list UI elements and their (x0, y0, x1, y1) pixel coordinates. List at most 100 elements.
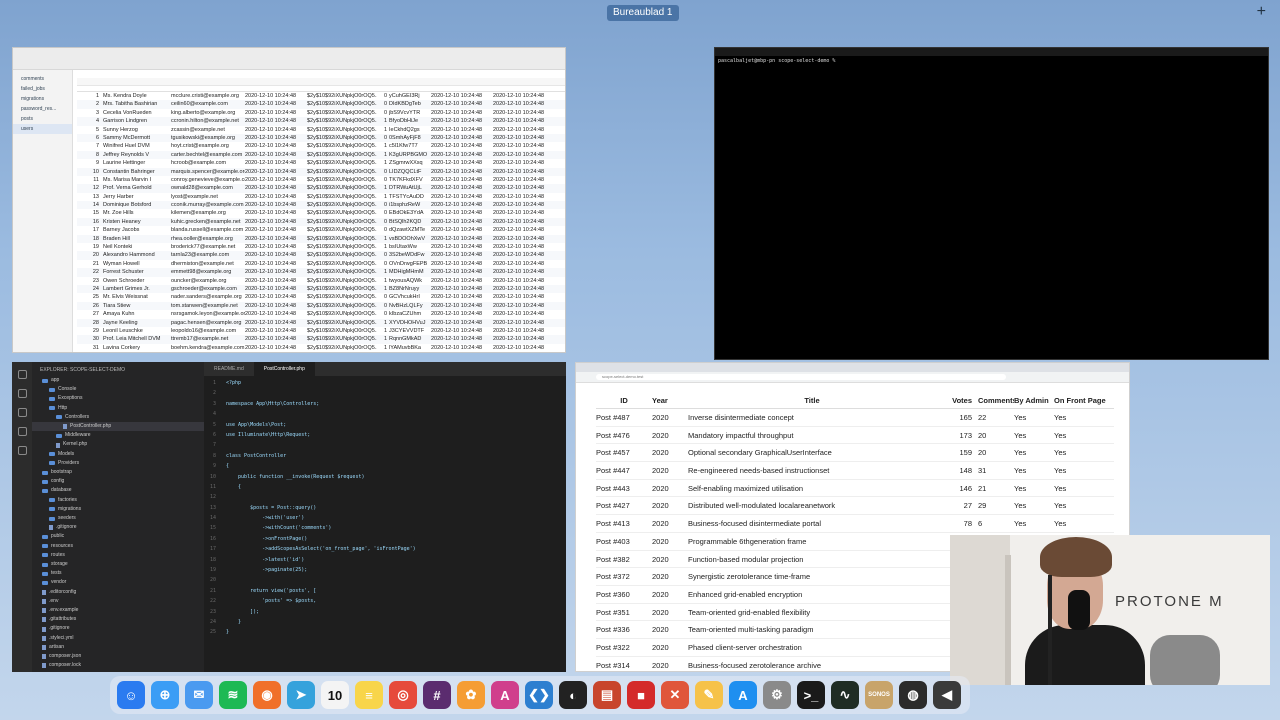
table-row[interactable]: 1 Ms. Kendra Doyle mcclure.cristi@example.… (77, 92, 565, 100)
table-row[interactable]: 4 Garrison Lindgren ccronin.hilton@example… (77, 117, 565, 126)
github-icon[interactable]: ◐ (559, 681, 587, 709)
explorer-item[interactable]: Console (32, 385, 204, 394)
spotify-icon[interactable]: ≋ (219, 681, 247, 709)
explorer-item[interactable]: vendor (32, 578, 204, 587)
table-list-item[interactable]: migrations (13, 94, 72, 104)
explorer-item[interactable]: Controllers (32, 413, 204, 422)
explorer-item[interactable]: config (32, 477, 204, 486)
address-bar[interactable]: scope-select-demo.test (596, 374, 1006, 380)
table-list-item[interactable]: password_res... (13, 104, 72, 114)
table-row[interactable]: 27 Amaya Kuhn nsrsgamok.leyon@example.org 2… (77, 310, 565, 318)
explorer-item[interactable]: .styleci.yml (32, 634, 204, 643)
table-row[interactable]: 29 Leonil Leuschke leopoldo16@example.com 2… (77, 327, 565, 335)
table-row[interactable]: 16 Kristen Heaney kuhic.grecken@example.ne… (77, 217, 565, 227)
table-row[interactable]: 24 Lambert Grimes Jr. gschroeder@example.c… (77, 284, 565, 294)
table-row[interactable]: 5 Sunny Herzog zcassin@example.net 2020-12-… (77, 126, 565, 134)
table-list-item[interactable]: failed_jobs (13, 84, 72, 94)
explorer-item[interactable]: app (32, 376, 204, 385)
misc-icon[interactable]: ◀ (933, 681, 961, 709)
add-space-button[interactable]: + (1257, 3, 1266, 21)
extensions-icon[interactable] (17, 446, 27, 455)
explorer-item[interactable]: .env.example (32, 606, 204, 615)
slack-icon[interactable]: # (423, 681, 451, 709)
table-row[interactable]: Post #447 2020 Re-engineered needs-based i… (596, 462, 1114, 480)
source-control-icon[interactable] (17, 408, 27, 417)
database-window[interactable]: comments failed_jobs migrations password_re… (12, 47, 566, 353)
explorer-item[interactable]: public (32, 532, 204, 541)
explorer-item[interactable]: bootstrap (32, 468, 204, 477)
explorer-item[interactable]: seeders (32, 514, 204, 523)
table-row[interactable]: 17 Barney Jacobs blanda.russell@example.co… (77, 226, 565, 234)
search-icon[interactable] (17, 389, 27, 398)
table-list-item[interactable]: posts (13, 114, 72, 124)
chrome-icon[interactable]: ◎ (389, 681, 417, 709)
editor-tab[interactable]: README.md (204, 362, 254, 376)
explorer-item[interactable]: composer.json (32, 652, 204, 661)
explorer-item[interactable]: Http (32, 404, 204, 413)
terminal-window[interactable]: pascalbaljet@mbp-pn scope-select-demo % (714, 47, 1269, 360)
table-row[interactable]: Post #413 2020 Business-focused disinterme… (596, 515, 1114, 533)
explorer-item[interactable]: .gitignore (32, 624, 204, 633)
explorer-item[interactable]: PostController.php (32, 422, 204, 432)
code-editor-window[interactable]: EXPLORER: SCOPE-SELECT-DEMO app Console Ex… (12, 362, 566, 672)
photos-icon[interactable]: ✿ (457, 681, 485, 709)
editor-tab[interactable]: PostController.php (253, 362, 315, 376)
code-area[interactable]: 1 <?php 2 3 namespace App\Http\Controllers; 4… (204, 378, 566, 672)
table-row[interactable]: Post #457 2020 Optional secondary Graphica… (596, 444, 1114, 463)
table-row[interactable]: 3 Cecelia VonRueden king.alberto@example.o… (77, 109, 565, 117)
tableplus-icon[interactable]: ▤ (593, 681, 621, 709)
mail-icon[interactable]: ✉ (185, 681, 213, 709)
table-row[interactable]: 6 Sammy McDermott tgusikowski@example.org 2… (77, 133, 565, 143)
box-icon[interactable]: ■ (627, 681, 655, 709)
table-row[interactable]: 11 Ms. Marisa Marvin I conroy.genevieve@ex… (77, 176, 565, 184)
table-row[interactable]: 2 Mrs. Tabitha Bashirian ceilin60@example.… (77, 100, 565, 109)
explorer-item[interactable]: .env (32, 597, 204, 606)
explorer-item[interactable]: .gitignore (32, 523, 204, 532)
explorer-item[interactable]: Middleware (32, 431, 204, 440)
table-row[interactable]: 12 Prof. Verna Gerhold ownald28@example.co… (77, 184, 565, 193)
desktop-space-label[interactable]: Bureaublad 1 (607, 5, 679, 21)
table-row[interactable]: 22 Forrest Schuster emmett98@example.org 20… (77, 268, 565, 277)
explorer-item[interactable]: Kernel.php (32, 440, 204, 449)
obs-icon[interactable]: ◍ (899, 681, 927, 709)
explorer-item[interactable]: Providers (32, 459, 204, 468)
settings-icon[interactable]: ⚙ (763, 681, 791, 709)
table-row[interactable]: Post #476 2020 Mandatory impactful through… (596, 427, 1114, 445)
table-row[interactable]: 13 Jerry Harber lyost@example.net 2020-12-1… (77, 193, 565, 201)
firefox-icon[interactable]: ◉ (253, 681, 281, 709)
table-row[interactable]: Post #427 2020 Distributed well-modulated … (596, 497, 1114, 516)
table-row[interactable]: 10 Constantin Bahringer marquis.spencer@ex… (77, 167, 565, 176)
explorer-item[interactable]: database (32, 486, 204, 495)
activity-icon[interactable]: ∿ (831, 681, 859, 709)
finder-icon[interactable]: ☺ (117, 681, 145, 709)
terminal-prompt[interactable]: pascalbaljet@mbp-pn scope-select-demo % (715, 56, 1268, 66)
table-row[interactable]: Post #443 2020 Self-enabling maximized uti… (596, 480, 1114, 498)
pencil-icon[interactable]: ✎ (695, 681, 723, 709)
table-row[interactable]: 23 Owen Schroeder ouncker@example.org 2020-… (77, 277, 565, 285)
debug-icon[interactable] (17, 427, 27, 436)
tool-icon[interactable]: ✕ (661, 681, 689, 709)
table-row[interactable]: 9 Laurine Hettinger hcroob@example.com 2020… (77, 159, 565, 167)
sonos-icon[interactable]: SONOS (865, 681, 893, 709)
calendar-icon[interactable]: 10 (321, 681, 349, 709)
table-row[interactable]: 18 Braden Hill rhea.ooller@example.org 2020… (77, 234, 565, 244)
table-row[interactable]: 19 Neil Konteki broderick77@example.net 202… (77, 243, 565, 251)
explorer-item[interactable]: resources (32, 542, 204, 551)
explorer-item[interactable]: Models (32, 450, 204, 459)
explorer-item[interactable]: artisan (32, 643, 204, 652)
table-row[interactable]: 25 Mr. Elvis Weissnat nader.sanders@exampl… (77, 293, 565, 301)
safari-icon[interactable]: ⊕ (151, 681, 179, 709)
explorer-item[interactable]: Exceptions (32, 394, 204, 403)
affinity-icon[interactable]: A (491, 681, 519, 709)
browser-tab-strip[interactable] (576, 363, 1129, 372)
vscode-icon[interactable]: ❮❯ (525, 681, 553, 709)
explorer-item[interactable]: routes (32, 551, 204, 560)
table-row[interactable]: 8 Jeffrey Reynolds V carter.bechtel@exampl… (77, 150, 565, 160)
explorer-item[interactable]: storage (32, 560, 204, 569)
explorer-item[interactable]: .gitattributes (32, 615, 204, 624)
explorer-item[interactable]: composer.lock (32, 661, 204, 670)
table-row[interactable]: 20 Alexandro Hammond tarnla23@example.com 2… (77, 251, 565, 260)
table-list-item[interactable]: comments (13, 74, 72, 84)
terminal-icon[interactable]: >_ (797, 681, 825, 709)
table-row[interactable]: 14 Dominique Botsford cconik.murray@exampl… (77, 201, 565, 210)
